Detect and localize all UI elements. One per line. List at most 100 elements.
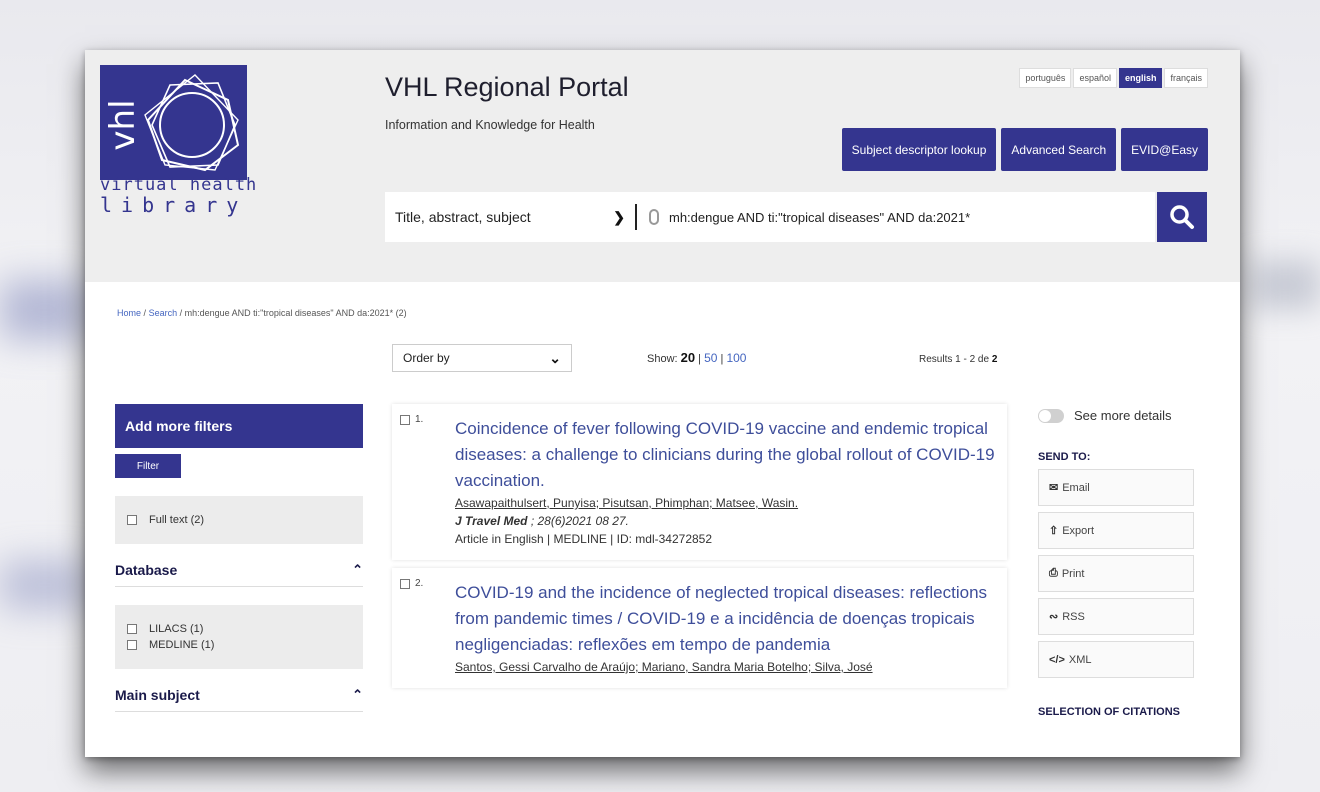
journal-name: J Travel Med	[455, 514, 528, 528]
site-header: vhl virtual health library VHL Regional …	[85, 50, 1240, 282]
send-email-button[interactable]: ✉ Email	[1038, 469, 1194, 506]
db-option-medline[interactable]: MEDLINE (1)	[127, 639, 351, 651]
add-filters-button[interactable]: Add more filters	[115, 404, 363, 448]
page-size-50[interactable]: 50	[704, 351, 717, 365]
breadcrumb-home[interactable]: Home	[117, 308, 141, 318]
logo-line2: library	[100, 193, 248, 217]
result-item: 2. COVID-19 and the incidence of neglect…	[392, 568, 1007, 688]
result-number: 2.	[400, 578, 423, 589]
result-index: 2.	[415, 578, 424, 589]
subject-descriptor-button[interactable]: Subject descriptor lookup	[841, 128, 997, 171]
checkbox[interactable]	[127, 640, 137, 650]
full-text-option[interactable]: Full text (2)	[127, 514, 351, 526]
browser-page: vhl virtual health library VHL Regional …	[85, 50, 1240, 757]
breadcrumb-sep: /	[179, 308, 183, 318]
result-meta: Article in English | MEDLINE | ID: mdl-3…	[455, 532, 713, 546]
page-size-current: 20	[680, 350, 696, 365]
result-index: 1.	[415, 414, 424, 425]
code-icon: </>	[1049, 653, 1065, 666]
search-icon	[1170, 205, 1194, 229]
search-field-select[interactable]: Title, abstract, subject ❯	[385, 209, 635, 226]
page-subtitle: Information and Knowledge for Health	[385, 118, 595, 132]
result-title[interactable]: Coincidence of fever following COVID-19 …	[455, 412, 997, 494]
results-list: 1. Coincidence of fever following COVID-…	[392, 404, 1007, 696]
journal-details: ; 28(6)2021 08 27.	[527, 514, 629, 528]
filter-button[interactable]: Filter	[115, 454, 181, 478]
results-count: Results 1 - 2 de 2	[919, 354, 997, 365]
order-by-label: Order by	[403, 351, 450, 365]
checkbox[interactable]	[400, 578, 410, 589]
vhl-logo-icon: vhl	[103, 74, 240, 172]
lang-espanol[interactable]: español	[1073, 68, 1117, 88]
filter-sidebar: Add more filters Filter Full text (2) Da…	[115, 404, 363, 712]
rss-button[interactable]: ∾ RSS	[1038, 598, 1194, 635]
breadcrumb: Home / Search / mh:dengue AND ti:"tropic…	[117, 308, 407, 318]
advanced-search-button[interactable]: Advanced Search	[1001, 128, 1117, 171]
lang-portugues[interactable]: português	[1019, 68, 1072, 88]
rss-label: RSS	[1062, 610, 1085, 623]
background-blur	[0, 560, 90, 610]
send-to-heading: SEND TO:	[1038, 451, 1091, 463]
toggle-switch[interactable]	[1038, 408, 1064, 423]
facet-main-subject-title: Main subject	[115, 687, 200, 703]
checkbox[interactable]	[127, 515, 137, 525]
export-label: Export	[1062, 524, 1095, 537]
db-option-label: LILACS (1)	[149, 623, 204, 635]
result-journal: J Travel Med ; 28(6)2021 08 27.	[455, 514, 997, 528]
envelope-icon: ✉	[1049, 482, 1059, 494]
chevron-down-icon: ❯	[613, 208, 625, 225]
xml-label: XML	[1068, 653, 1092, 666]
page-title: VHL Regional Portal	[385, 72, 629, 102]
full-text-label: Full text (2)	[149, 514, 205, 526]
results-total: 2	[991, 354, 998, 365]
breadcrumb-current: mh:dengue AND ti:"tropical diseases" AND…	[184, 308, 407, 318]
search-input[interactable]: mh:dengue AND ti:"tropical diseases" AND…	[669, 210, 970, 225]
see-more-label: See more details	[1074, 408, 1172, 423]
chevron-up-icon: ⌃	[352, 562, 363, 577]
result-title[interactable]: COVID-19 and the incidence of neglected …	[455, 576, 997, 658]
breadcrumb-sep: /	[143, 308, 147, 318]
breadcrumb-search[interactable]: Search	[149, 308, 178, 318]
checkbox[interactable]	[400, 414, 410, 425]
result-number: 1.	[400, 414, 423, 425]
printer-icon: ⎙	[1049, 567, 1058, 579]
background-blur	[1250, 260, 1320, 310]
chevron-down-icon: ⌄	[549, 349, 561, 366]
logo-text: virtual health library	[100, 175, 260, 217]
divider	[635, 204, 637, 230]
result-authors[interactable]: Asawapaithulsert, Punyisa; Pisutsan, Phi…	[455, 496, 997, 510]
search-button[interactable]	[1157, 192, 1207, 242]
facet-database-title: Database	[115, 562, 178, 578]
header-buttons: Subject descriptor lookup Advanced Searc…	[841, 128, 1208, 171]
microphone-icon[interactable]	[649, 209, 659, 225]
facet-database[interactable]: Database ⌃	[115, 562, 363, 587]
language-selector: português español english français	[1019, 68, 1208, 88]
page-size-100[interactable]: 100	[726, 351, 746, 365]
rss-icon: ∾	[1049, 611, 1059, 623]
facet-main-subject[interactable]: Main subject ⌃	[115, 687, 363, 712]
db-option-lilacs[interactable]: LILACS (1)	[127, 623, 351, 635]
print-label: Print	[1061, 567, 1085, 580]
results-prefix: Results 1 - 2 de	[919, 354, 990, 365]
vhl-logo[interactable]: vhl	[100, 65, 247, 180]
svg-text:vhl: vhl	[103, 99, 143, 150]
result-item: 1. Coincidence of fever following COVID-…	[392, 404, 1007, 560]
result-authors[interactable]: Santos, Gessi Carvalho de Araújo; Marian…	[455, 660, 997, 674]
evid-easy-button[interactable]: EVID@Easy	[1121, 128, 1208, 171]
export-button[interactable]: ⇧ Export	[1038, 512, 1194, 549]
print-button[interactable]: ⎙ Print	[1038, 555, 1194, 592]
lang-francais[interactable]: français	[1164, 68, 1208, 88]
background-blur	[0, 280, 90, 340]
selection-heading: SELECTION OF CITATIONS	[1038, 706, 1180, 718]
see-more-details-toggle[interactable]: See more details	[1038, 408, 1198, 423]
checkbox[interactable]	[127, 624, 137, 634]
chevron-up-icon: ⌃	[352, 687, 363, 702]
lang-english[interactable]: english	[1118, 68, 1163, 88]
database-options: LILACS (1) MEDLINE (1)	[115, 605, 363, 669]
page-size-selector: Show: 20 | 50 | 100	[647, 350, 747, 365]
search-bar: Title, abstract, subject ❯ mh:dengue AND…	[385, 192, 1155, 242]
logo-line1: virtual health	[100, 175, 258, 195]
xml-button[interactable]: </> XML	[1038, 641, 1194, 678]
send-email-label: Email	[1062, 481, 1090, 494]
order-by-select[interactable]: Order by ⌄	[392, 344, 572, 372]
